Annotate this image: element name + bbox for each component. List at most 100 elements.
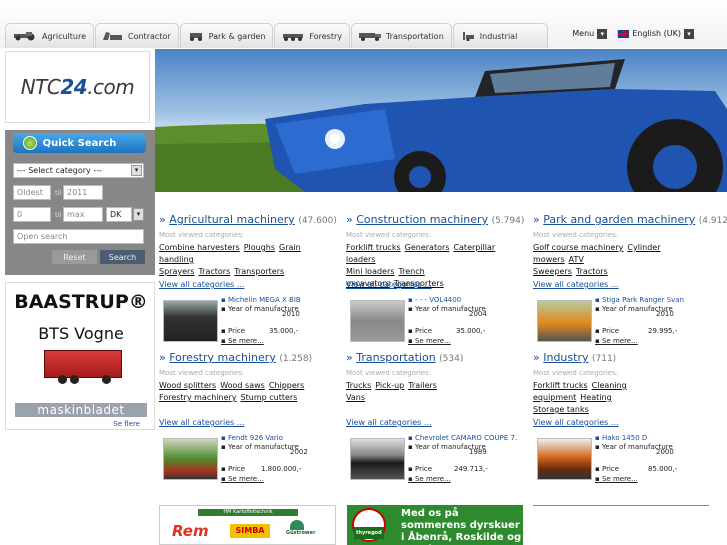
category-link[interactable]: Ploughs [244,243,275,252]
category-link[interactable]: Trailers [408,381,437,390]
baastrup-advert[interactable]: BAASTRUP® BTS Vogne maskinbladet Se fler… [5,282,155,430]
see-more-text: Se mere... [601,337,638,345]
category-link[interactable]: Wood saws [220,381,265,390]
view-all-link[interactable]: View all categories ... [346,280,432,289]
chevron-right-icon: » [346,213,357,226]
thyregod-banner[interactable]: thyregod Med os på sommerens dyrskuer i … [347,505,523,545]
listing-title[interactable]: ▪ Chevrolet CAMARO COUPE 7. [408,434,517,442]
tab-transportation[interactable]: Transportation [351,23,452,48]
listing-title[interactable]: ▪ - - - VOL4400 [408,296,461,304]
view-all-link[interactable]: View all categories ... [346,418,432,427]
year-to-input[interactable]: 2011 [63,185,103,200]
tab-label: Forestry [309,31,342,41]
open-search-input[interactable]: Open search [13,229,144,244]
category-select-value: --- Select category --- [17,166,102,175]
reset-button[interactable]: Reset [52,250,97,264]
see-more-link[interactable]: ▪ Se mere... [408,475,451,483]
price-from-input[interactable]: 0 [13,207,51,222]
category-title-link[interactable]: Agricultural machinery [169,213,295,226]
year-value: 2002 [290,448,308,456]
see-more-link[interactable]: ▪ Se mere... [408,337,451,345]
logo-text-a: NTC [20,75,61,99]
listing-thumbnail[interactable] [537,438,592,480]
category-link[interactable]: Stump cutters [241,393,298,402]
category-link[interactable]: Pick-up [375,381,404,390]
menu-button[interactable]: Menu ▾ [572,29,608,39]
site-logo[interactable]: NTC 24 .com [5,51,150,123]
featured-listing[interactable]: ▪ Stiga Park Ranger Svan ▪ Year of manuf… [533,296,708,346]
forwarder-icon [283,34,304,41]
tab-contractor[interactable]: Contractor [95,23,179,48]
category-link[interactable]: Forklift trucks [533,381,588,390]
partner-logos-banner[interactable]: HM Kartoffeltechnik Rem SIMBA Güstrower [159,505,336,545]
price-label-text: Price [414,465,433,473]
listing-title[interactable]: ▪ Fendt 926 Vario [221,434,283,442]
featured-listing[interactable]: ▪ - - - VOL4400 ▪ Year of manufacture 20… [346,296,521,346]
category-link[interactable]: Vans [346,393,365,402]
category-link[interactable]: ATV [569,255,584,264]
category-link[interactable]: Heating [580,393,611,402]
currency-select[interactable]: DK [106,207,132,222]
tab-industrial[interactable]: Industrial [452,23,549,48]
price-label: ▪ Price [408,465,433,473]
tab-park-garden[interactable]: Park & garden [179,23,274,48]
language-selector[interactable]: English (UK) ▾ [632,29,694,39]
category-link[interactable]: Tractors [198,267,230,276]
listing-title[interactable]: ▪ Michelin MEGA X BIB [221,296,301,304]
listing-thumbnail[interactable] [537,300,592,342]
category-title-link[interactable]: Transportation [356,351,435,364]
year-to-value: 2011 [67,188,88,197]
year-from-input[interactable]: Oldest [13,185,51,200]
category-link[interactable]: Tractors [576,267,608,276]
gustrower-emblem-icon [290,520,304,530]
category-link[interactable]: Wood splitters [159,381,216,390]
category-link[interactable]: Mini loaders [346,267,394,276]
featured-listing[interactable]: ▪ Fendt 926 Vario ▪ Year of manufacture … [159,434,334,484]
featured-listing[interactable]: ▪ Hako 1450 D ▪ Year of manufacture 2000… [533,434,708,484]
category-link[interactable]: Combine harvesters [159,243,240,252]
category-link[interactable]: Generators [405,243,450,252]
see-more-link[interactable]: ▪ Se mere... [221,337,264,345]
maskinbladet-logo[interactable]: maskinbladet [15,403,147,417]
category-tabs: Agriculture Contractor Park & garden For… [5,23,549,48]
search-button[interactable]: Search [100,250,145,264]
category-title-link[interactable]: Industry [543,351,588,364]
category-title-link[interactable]: Park and garden machinery [543,213,695,226]
view-all-link[interactable]: View all categories ... [533,280,619,289]
see-more-ads-link[interactable]: Se flere [113,420,140,428]
category-title-link[interactable]: Forestry machinery [169,351,276,364]
price-to-input[interactable]: max [63,207,103,222]
category-link[interactable]: Storage tanks [533,405,589,414]
category-link[interactable]: Sprayers [159,267,194,276]
category-count: (711) [591,354,617,364]
see-more-link[interactable]: ▪ Se mere... [595,337,638,345]
featured-listing[interactable]: ▪ Chevrolet CAMARO COUPE 7. ▪ Year of ma… [346,434,521,484]
view-all-link[interactable]: View all categories ... [159,280,245,289]
listing-thumbnail[interactable] [163,300,218,342]
category-link[interactable]: Transporters [234,267,284,276]
category-link[interactable]: Trucks [346,381,371,390]
tab-agriculture[interactable]: Agriculture [5,23,94,48]
category-link[interactable]: Forestry machinery [159,393,237,402]
category-title-link[interactable]: Construction machinery [356,213,488,226]
featured-listing[interactable]: ▪ Michelin MEGA X BIB ▪ Year of manufact… [159,296,334,346]
price-label-text: Price [414,327,433,335]
see-more-link[interactable]: ▪ Se mere... [595,475,638,483]
listing-title[interactable]: ▪ Stiga Park Ranger Svan [595,296,684,304]
listing-thumbnail[interactable] [163,438,218,480]
year-from-placeholder: Oldest [17,188,43,197]
listing-title[interactable]: ▪ Hako 1450 D [595,434,647,442]
listing-thumbnail[interactable] [350,300,405,342]
category-link[interactable]: Chippers [269,381,304,390]
category-link[interactable]: Golf course machinery [533,243,623,252]
view-all-link[interactable]: View all categories ... [533,418,619,427]
tab-forestry[interactable]: Forestry [274,23,350,48]
currency-arrow-icon: ▾ [133,208,144,221]
view-all-link[interactable]: View all categories ... [159,418,245,427]
category-link[interactable]: Sweepers [533,267,572,276]
category-select[interactable]: --- Select category --- ▾ [13,163,144,178]
category-link[interactable]: Forklift trucks [346,243,401,252]
see-more-link[interactable]: ▪ Se mere... [221,475,264,483]
tab-label: Industrial [479,31,518,41]
listing-thumbnail[interactable] [350,438,405,480]
